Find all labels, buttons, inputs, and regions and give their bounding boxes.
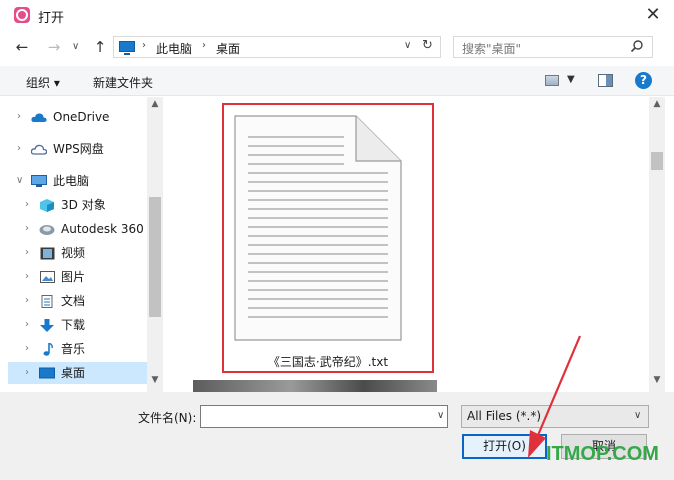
chevron-right-icon: › bbox=[142, 40, 146, 51]
sidebar-item-wps-cloud[interactable]: › WPS网盘 bbox=[8, 138, 148, 160]
preview-pane-icon[interactable] bbox=[598, 74, 613, 87]
sidebar-item-label: 视频 bbox=[61, 246, 86, 260]
chevron-right-icon[interactable]: › bbox=[25, 218, 29, 240]
scroll-thumb[interactable] bbox=[651, 152, 663, 170]
chevron-right-icon[interactable]: › bbox=[25, 242, 29, 264]
chevron-down-icon[interactable]: ∨ bbox=[634, 410, 641, 421]
chevron-down-icon[interactable]: ∨ bbox=[437, 410, 444, 421]
search-input[interactable]: 搜索"桌面" bbox=[453, 36, 653, 58]
video-icon bbox=[40, 247, 55, 260]
app-icon bbox=[14, 7, 30, 23]
back-button[interactable]: ← bbox=[12, 37, 32, 57]
scroll-up-icon[interactable]: ▲ bbox=[147, 99, 163, 109]
chevron-right-icon[interactable]: › bbox=[25, 194, 29, 216]
nav-scrollbar[interactable]: ▲ ▼ bbox=[147, 97, 163, 392]
sidebar-item-label: Autodesk 360 bbox=[61, 222, 144, 236]
text-file-icon bbox=[234, 115, 402, 341]
close-icon: ✕ bbox=[645, 4, 661, 25]
organize-button[interactable]: 组织 ▾ bbox=[26, 74, 60, 91]
chevron-down-icon[interactable]: ∨ bbox=[16, 170, 23, 192]
download-icon bbox=[40, 319, 54, 332]
sidebar-item-3d-objects[interactable]: › 3D 对象 bbox=[8, 194, 148, 216]
chevron-right-icon[interactable]: › bbox=[17, 106, 21, 128]
sidebar-item-label: 桌面 bbox=[61, 366, 86, 380]
title-bar: 打开 ✕ bbox=[0, 0, 674, 31]
scroll-down-icon[interactable]: ▼ bbox=[649, 375, 665, 385]
breadcrumb-this-pc[interactable]: 此电脑 bbox=[156, 40, 192, 57]
pc-icon bbox=[119, 41, 135, 55]
scroll-up-icon[interactable]: ▲ bbox=[649, 99, 665, 109]
chevron-right-icon[interactable]: › bbox=[25, 290, 29, 312]
desktop-icon bbox=[39, 367, 55, 379]
scroll-thumb[interactable] bbox=[149, 197, 161, 317]
search-placeholder: 搜索"桌面" bbox=[462, 42, 522, 56]
filename-label: 文件名(N): bbox=[138, 411, 197, 425]
arrow-right-icon: → bbox=[47, 38, 61, 56]
chevron-right-icon[interactable]: › bbox=[25, 362, 29, 384]
chevron-right-icon[interactable]: › bbox=[25, 338, 29, 360]
refresh-icon[interactable]: ↻ bbox=[422, 38, 433, 53]
sidebar-item-label: OneDrive bbox=[53, 110, 110, 124]
search-icon bbox=[630, 40, 643, 53]
sidebar-item-videos[interactable]: › 视频 bbox=[8, 242, 148, 264]
sidebar-item-label: 3D 对象 bbox=[61, 198, 106, 212]
view-icon[interactable] bbox=[545, 75, 559, 86]
cloud-outline-icon bbox=[31, 144, 47, 155]
file-item[interactable]: 《三国志·武帝纪》.txt bbox=[222, 103, 434, 373]
breadcrumb-desktop[interactable]: 桌面 bbox=[216, 40, 240, 57]
music-icon bbox=[43, 343, 53, 356]
document-icon bbox=[41, 295, 53, 308]
sidebar-item-documents[interactable]: › 文档 bbox=[8, 290, 148, 312]
content-scrollbar[interactable]: ▲ ▼ bbox=[649, 97, 665, 392]
sidebar-item-music[interactable]: › 音乐 bbox=[8, 338, 148, 360]
cube-icon bbox=[40, 199, 54, 212]
sidebar-item-label: WPS网盘 bbox=[53, 142, 104, 156]
sidebar-item-label: 此电脑 bbox=[53, 174, 90, 188]
sidebar-item-label: 文档 bbox=[61, 294, 86, 308]
new-folder-button[interactable]: 新建文件夹 bbox=[93, 74, 153, 91]
arrow-up-icon: ↑ bbox=[93, 38, 107, 56]
help-icon[interactable]: ? bbox=[635, 72, 652, 89]
arrow-left-icon: ← bbox=[15, 38, 29, 56]
up-button[interactable]: ↑ bbox=[90, 37, 110, 57]
file-name-label: 《三国志·武帝纪》.txt bbox=[267, 355, 389, 369]
forward-button[interactable]: → bbox=[44, 37, 64, 57]
chevron-right-icon: › bbox=[202, 40, 206, 51]
sidebar-item-onedrive[interactable]: › OneDrive bbox=[8, 106, 148, 128]
sidebar-item-label: 音乐 bbox=[61, 342, 86, 356]
window-title: 打开 bbox=[38, 11, 65, 26]
filename-input[interactable]: ∨ bbox=[200, 405, 448, 428]
toolbar: 组织 ▾ 新建文件夹 ▼ ? bbox=[0, 66, 674, 96]
sidebar-item-pictures[interactable]: › 图片 bbox=[8, 266, 148, 288]
recent-locations-dropdown[interactable]: ∨ bbox=[72, 37, 79, 57]
pc-icon bbox=[31, 175, 47, 187]
image-thumbnail[interactable] bbox=[193, 380, 437, 392]
chevron-right-icon[interactable]: › bbox=[17, 138, 21, 160]
chevron-down-icon[interactable]: ∨ bbox=[404, 40, 411, 51]
watermark: ITMOP.COM bbox=[546, 443, 659, 465]
sidebar-item-autodesk-360[interactable]: › Autodesk 360 bbox=[8, 218, 148, 240]
sidebar-item-this-pc[interactable]: ∨ 此电脑 bbox=[8, 170, 148, 192]
chevron-right-icon[interactable]: › bbox=[25, 314, 29, 336]
navigation-pane: › OneDrive › WPS网盘 ∨ 此电脑 › 3D 对象 › Autod… bbox=[8, 97, 163, 392]
chevron-down-icon[interactable]: ▼ bbox=[567, 74, 575, 85]
picture-icon bbox=[40, 271, 55, 283]
scroll-down-icon[interactable]: ▼ bbox=[147, 375, 163, 385]
close-button[interactable]: ✕ bbox=[638, 0, 668, 30]
autodesk-icon bbox=[39, 225, 55, 235]
sidebar-item-downloads[interactable]: › 下载 bbox=[8, 314, 148, 336]
cloud-icon bbox=[31, 113, 47, 122]
sidebar-item-label: 图片 bbox=[61, 270, 86, 284]
sidebar-item-desktop[interactable]: › 桌面 bbox=[8, 362, 148, 384]
chevron-down-icon: ∨ bbox=[72, 41, 80, 52]
sidebar-item-label: 下载 bbox=[61, 318, 86, 332]
address-bar[interactable]: › 此电脑 › 桌面 ∨ ↻ bbox=[113, 36, 441, 58]
chevron-right-icon[interactable]: › bbox=[25, 266, 29, 288]
